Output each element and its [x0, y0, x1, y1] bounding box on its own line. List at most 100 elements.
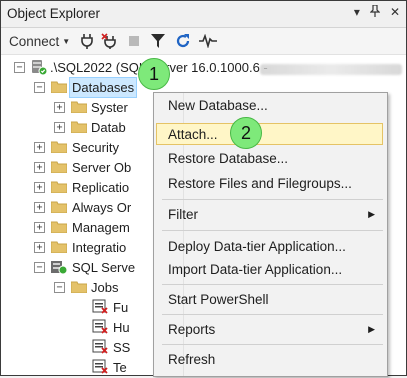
filter-icon[interactable] — [151, 31, 165, 51]
sql-agent-icon — [50, 259, 68, 278]
menu-item-label: Start PowerShell — [168, 291, 269, 307]
folder-icon — [51, 201, 67, 213]
job-icon — [92, 319, 109, 338]
tree-node-replication[interactable]: + Replicatio — [1, 177, 151, 197]
server-icon — [30, 58, 48, 79]
tree-node-system-databases[interactable]: + Syster — [1, 97, 151, 117]
menu-item-label: Restore Database... — [168, 150, 289, 166]
folder-icon — [71, 101, 87, 113]
tree-node-database-snapshots[interactable]: + Datab — [1, 117, 151, 137]
job-icon — [92, 359, 109, 378]
job-label: SS — [113, 340, 131, 355]
job-label: Fu — [113, 300, 129, 315]
menu-item-new-database[interactable]: New Database... — [156, 94, 383, 116]
menu-item-label: Refresh — [168, 351, 216, 367]
management-label: Managem — [72, 220, 130, 235]
folder-icon — [71, 121, 87, 133]
pin-icon[interactable] — [369, 4, 381, 20]
menu-item-label: Reports — [168, 321, 216, 337]
step-number: 2 — [240, 122, 251, 143]
menu-item-attach[interactable]: Attach... — [156, 123, 383, 145]
stop-icon[interactable] — [129, 31, 139, 51]
redacted-text — [260, 64, 402, 75]
menu-item-start-powershell[interactable]: Start PowerShell — [156, 288, 383, 310]
menu-item-label: Restore Files and Filegroups... — [168, 175, 352, 191]
object-explorer-window: Object Explorer ▾ ✕ Connect ▼ − .\SQL202… — [0, 0, 407, 377]
expand-icon[interactable]: + — [34, 162, 45, 173]
menu-item-label: Filter — [168, 206, 198, 222]
always-on-label: Always Or — [72, 200, 132, 215]
step-number: 1 — [148, 63, 159, 84]
connect-button[interactable]: Connect ▼ — [9, 31, 70, 51]
connect-label: Connect — [9, 33, 60, 49]
tree-node-server[interactable]: − .\SQL2022 (SQL Server 16.0.1000.6 - — [1, 57, 406, 77]
expand-icon[interactable]: + — [34, 142, 45, 153]
jobs-label: Jobs — [91, 280, 119, 295]
menu-separator — [162, 344, 383, 345]
tree-node-job[interactable]: Hu — [1, 317, 151, 337]
step-badge-1: 1 — [138, 58, 170, 90]
folder-icon — [51, 221, 67, 233]
window-controls: ▾ ✕ — [354, 4, 400, 20]
collapse-icon[interactable]: − — [14, 62, 25, 73]
menu-item-import-data-tier[interactable]: Import Data-tier Application... — [156, 258, 383, 280]
expand-icon[interactable]: + — [54, 102, 65, 113]
toolbar: Connect ▼ — [1, 28, 406, 55]
tree-node-job[interactable]: SS — [1, 337, 151, 357]
sql-server-agent-label: SQL Serve — [72, 260, 136, 275]
folder-icon — [51, 141, 67, 153]
databases-label: Databases — [69, 77, 138, 98]
menu-separator — [162, 314, 383, 315]
collapse-icon[interactable]: − — [34, 262, 45, 273]
integration-services-label: Integratio — [72, 240, 127, 255]
menu-item-label: Import Data-tier Application... — [168, 261, 343, 277]
submenu-arrow-icon: ▶ — [368, 208, 375, 219]
tree-node-always-on[interactable]: + Always Or — [1, 197, 151, 217]
tree-node-job[interactable]: Fu — [1, 297, 151, 317]
chevron-down-icon: ▼ — [62, 36, 71, 46]
job-label: Te — [113, 360, 127, 375]
job-label: Hu — [113, 320, 130, 335]
window-position-dropdown-icon[interactable]: ▾ — [354, 5, 360, 20]
tree-node-management[interactable]: + Managem — [1, 217, 151, 237]
step-badge-2: 2 — [230, 117, 262, 149]
close-icon[interactable]: ✕ — [390, 5, 400, 20]
menu-item-reports[interactable]: Reports ▶ — [156, 318, 383, 340]
disconnect-icon[interactable] — [101, 31, 119, 51]
tree-node-security[interactable]: + Security — [1, 137, 151, 157]
expand-icon[interactable]: + — [34, 182, 45, 193]
expand-icon[interactable]: + — [34, 222, 45, 233]
menu-separator — [162, 199, 383, 200]
menu-item-filter[interactable]: Filter ▶ — [156, 203, 383, 225]
menu-item-label: Attach... — [168, 126, 218, 142]
tree-node-server-objects[interactable]: + Server Ob — [1, 157, 151, 177]
collapse-icon[interactable]: − — [34, 82, 45, 93]
folder-icon — [51, 181, 67, 193]
expand-icon[interactable]: + — [54, 122, 65, 133]
menu-item-label: New Database... — [168, 97, 268, 113]
tree-node-integration-services[interactable]: + Integratio — [1, 237, 151, 257]
menu-item-restore-database[interactable]: Restore Database... — [156, 147, 383, 169]
activity-monitor-icon[interactable] — [199, 31, 217, 51]
tree-node-jobs[interactable]: − Jobs — [1, 277, 151, 297]
replication-label: Replicatio — [72, 180, 130, 195]
expand-icon[interactable]: + — [34, 242, 45, 253]
folder-icon — [51, 81, 67, 93]
tree-node-job[interactable]: Te — [1, 357, 151, 377]
folder-icon — [71, 281, 87, 293]
window-title: Object Explorer — [7, 6, 101, 21]
collapse-icon[interactable]: − — [54, 282, 65, 293]
refresh-icon[interactable] — [175, 31, 191, 51]
folder-icon — [51, 241, 67, 253]
menu-item-refresh[interactable]: Refresh — [156, 348, 383, 370]
menu-item-restore-files-filegroups[interactable]: Restore Files and Filegroups... — [156, 172, 383, 194]
expand-icon[interactable]: + — [34, 202, 45, 213]
connect-icon[interactable] — [79, 31, 95, 51]
job-icon — [92, 299, 109, 318]
security-label: Security — [72, 140, 119, 155]
menu-separator — [162, 284, 383, 285]
title-bar: Object Explorer ▾ ✕ — [1, 1, 406, 28]
submenu-arrow-icon: ▶ — [368, 323, 375, 334]
menu-item-deploy-data-tier[interactable]: Deploy Data-tier Application... — [156, 235, 383, 257]
tree-node-sql-server-agent[interactable]: − SQL Serve — [1, 257, 151, 277]
